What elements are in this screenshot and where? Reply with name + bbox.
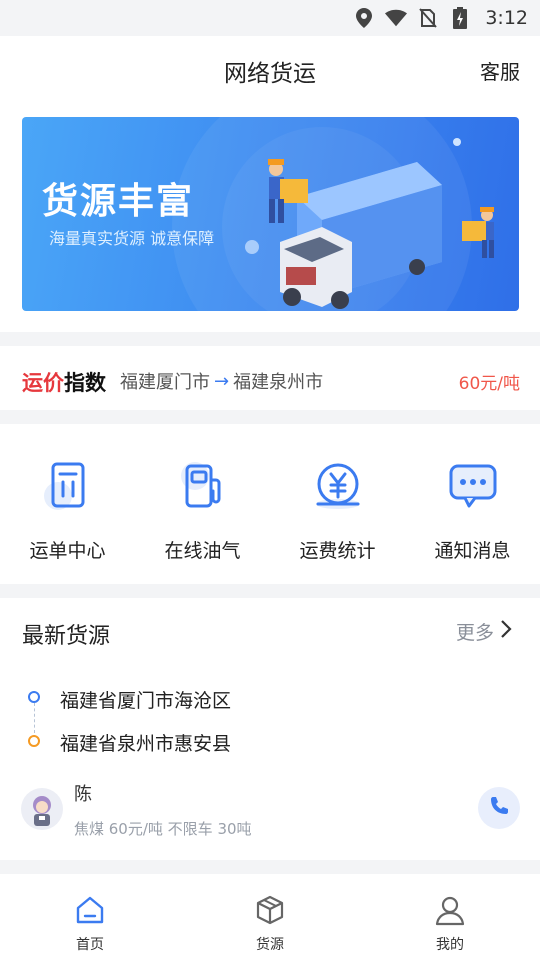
latest-cargo-section: 最新货源 更多 福建省厦门市海沧区 福建省泉州市惠安县 陈 焦煤 60元/吨 不…	[0, 598, 540, 860]
chevron-right-icon	[500, 619, 512, 644]
status-time: 3:12	[485, 7, 528, 29]
user-icon	[434, 894, 466, 930]
cargo-detail: 焦煤 60元/吨 不限车 30吨	[74, 820, 252, 838]
phone-icon	[489, 796, 509, 820]
origin-dot-icon	[28, 691, 40, 703]
more-label: 更多	[455, 622, 494, 644]
avatar	[21, 788, 63, 830]
quick-actions: 运单中心 在线油气 运费统计 通知消息	[0, 424, 540, 584]
location-icon	[353, 7, 375, 29]
promo-banner[interactable]: 货源丰富 海量真实货源 诚意保障	[22, 117, 519, 311]
route-arrow-icon: →	[214, 370, 230, 392]
freight-index-label-part2: 指数	[64, 371, 106, 395]
freight-index-route: 福建厦门市 → 福建泉州市	[120, 368, 323, 394]
call-button[interactable]	[478, 787, 520, 829]
freight-index-price: 60元/吨	[458, 374, 520, 394]
waybill-icon	[38, 456, 98, 516]
quick-action-label: 在线油气	[164, 540, 241, 562]
more-button[interactable]: 更多	[456, 618, 512, 645]
yuan-coin-icon	[308, 456, 368, 516]
battery-charging-icon	[449, 7, 471, 29]
quick-action-online-fuel[interactable]: 在线油气	[135, 424, 270, 584]
freight-index-bar[interactable]: 运价指数 福建厦门市 → 福建泉州市 60元/吨	[0, 346, 540, 410]
quick-action-waybill-center[interactable]: 运单中心	[0, 424, 135, 584]
tab-cargo[interactable]: 货源	[180, 874, 360, 960]
tab-label: 我的	[436, 937, 464, 953]
home-icon	[74, 894, 106, 930]
destination-address: 福建省泉州市惠安县	[60, 733, 232, 755]
route-to: 福建泉州市	[233, 372, 324, 393]
fuel-pump-icon	[173, 456, 233, 516]
latest-cargo-title: 最新货源	[22, 624, 111, 649]
tab-mine[interactable]: 我的	[360, 874, 540, 960]
status-bar: 3:12	[0, 0, 540, 36]
freight-index-label: 运价指数	[22, 367, 106, 397]
route-connector	[34, 703, 35, 733]
quick-action-label: 运费统计	[299, 540, 376, 562]
shipper-name: 陈	[74, 784, 92, 805]
quick-action-label: 通知消息	[434, 540, 511, 562]
freight-index-label-part1: 运价	[22, 371, 64, 395]
route-from: 福建厦门市	[120, 372, 210, 393]
wifi-icon	[385, 7, 408, 29]
banner-subtitle: 海量真实货源 诚意保障	[49, 229, 215, 248]
origin-address: 福建省厦门市海沧区	[60, 690, 232, 712]
banner-title: 货源丰富	[42, 181, 195, 222]
tab-label: 首页	[76, 937, 104, 953]
message-icon	[443, 456, 503, 516]
no-sim-icon	[417, 7, 439, 29]
page-title: 网络货运	[224, 61, 316, 87]
tab-label: 货源	[256, 937, 284, 953]
app-header: 网络货运 客服	[0, 36, 540, 102]
box-icon	[254, 894, 286, 930]
destination-dot-icon	[28, 735, 40, 747]
banner-section: 货源丰富 海量真实货源 诚意保障	[0, 102, 540, 332]
customer-service-button[interactable]: 客服	[480, 56, 520, 85]
quick-action-notifications[interactable]: 通知消息	[405, 424, 540, 584]
quick-action-label: 运单中心	[29, 540, 106, 562]
tab-home[interactable]: 首页	[0, 874, 180, 960]
quick-action-freight-stats[interactable]: 运费统计	[270, 424, 405, 584]
bottom-tab-bar: 首页 货源 我的	[0, 874, 540, 960]
